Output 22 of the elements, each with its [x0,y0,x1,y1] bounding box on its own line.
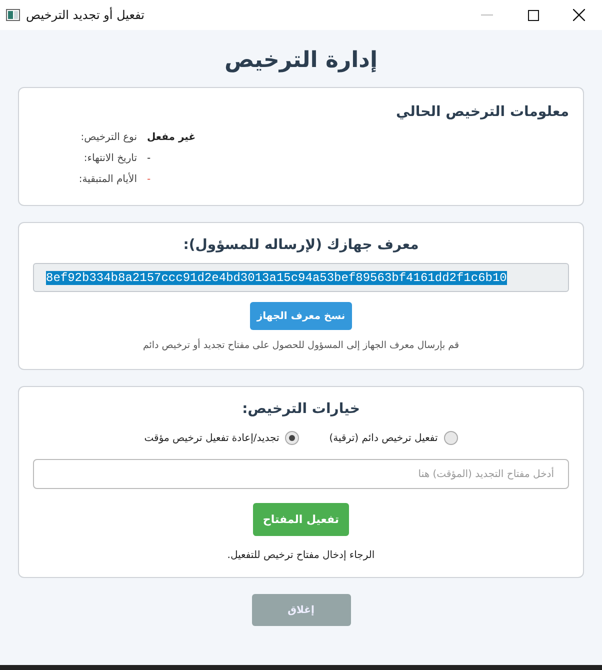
field-value: غير مفعل [147,132,196,143]
hint-text: قم بإرسال معرف الجهاز إلى المسؤول للحصول على مفتاح تجديد أو ترخيص دائم [142,340,460,351]
field-label: تاريخ الانتهاء: [82,153,137,164]
device-id-field[interactable]: 8ef92b334b8a2157ccc91d2e4bd3013a15c94a53bef89563bf4161dd2f1c6b10 [33,263,569,292]
copy-button[interactable]: نسخ معرف الجهاز [250,302,352,330]
section-title: معلومات الترخيص الحالي [394,104,569,120]
app-icon [6,9,20,21]
field-label: نوع الترخيص: [80,132,137,143]
field-label: الأيام المتبقية: [78,174,137,185]
section-title: معرف جهازك (لإرساله للمسؤول): [183,237,419,253]
field-value: - [147,153,151,164]
radio-label[interactable]: تفعيل ترخيص دائم (ترقية) [329,432,438,444]
page-heading: إدارة الترخيص [224,48,378,73]
radio-label[interactable]: تجديد/إعادة تفعيل ترخيص مؤقت [144,432,280,444]
key-input-field[interactable]: أدخل مفتاح التجديد (المؤقت) هنا [33,459,569,489]
activate-button[interactable]: تفعيل المفتاح [253,503,349,536]
section-title: خيارات الترخيص: [242,401,360,417]
field-value: - [147,174,151,185]
status-text: الرجاء إدخال مفتاح ترخيص للتفعيل. [227,550,375,561]
window-title: تفعيل أو تجديد الترخيص [26,8,144,22]
radio-button[interactable] [444,431,458,445]
radio-button[interactable] [285,431,300,445]
